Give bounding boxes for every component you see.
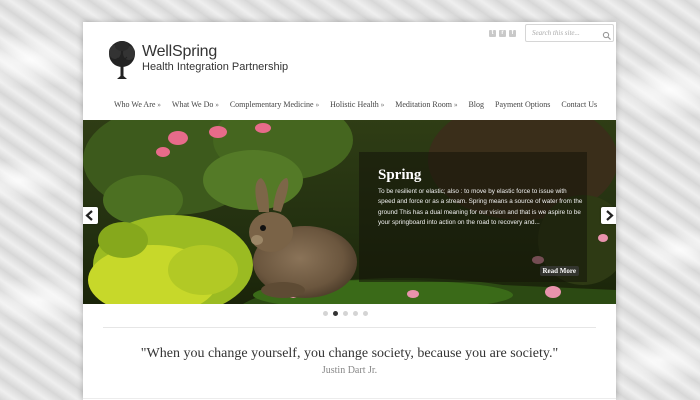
slide-description: To be resilient or elastic; also : to mo… — [378, 188, 583, 227]
nav-item-contact-us[interactable]: Contact Us — [561, 100, 597, 110]
slider-dot[interactable] — [343, 311, 348, 316]
read-more-button[interactable]: Read More — [539, 266, 579, 276]
submenu-arrow-icon: » — [157, 101, 161, 109]
nav-item-who-we-are[interactable]: Who We Are » — [114, 100, 161, 110]
submenu-arrow-icon: » — [453, 101, 458, 109]
search-icon[interactable] — [602, 28, 612, 40]
search-box — [525, 24, 614, 42]
featured-quote: "When you change yourself, you change so… — [140, 346, 559, 361]
tree-logo-icon — [109, 41, 135, 79]
chevron-left-icon — [85, 210, 93, 221]
rss-icon[interactable]: r — [499, 30, 506, 37]
nav-item-what-we-do[interactable]: What We Do » — [172, 100, 219, 110]
site-logo[interactable]: WellSpring Health Integration Partnershi… — [108, 40, 288, 80]
nav-item-blog[interactable]: Blog — [468, 100, 484, 110]
search-input[interactable] — [526, 26, 602, 40]
chevron-right-icon — [606, 210, 614, 221]
divider — [83, 398, 616, 399]
slider-pagination — [323, 311, 368, 316]
main-nav: Who We Are » What We Do » Complementary … — [114, 100, 597, 110]
slider-prev-button[interactable] — [83, 207, 98, 224]
divider — [103, 327, 596, 328]
hero-slider: Spring To be resilient or elastic; also … — [83, 120, 616, 304]
submenu-arrow-icon: » — [315, 101, 320, 109]
brand-name: WellSpring — [142, 43, 218, 60]
nav-item-complementary-medicine[interactable]: Complementary Medicine » — [230, 100, 319, 110]
facebook-icon[interactable]: f — [509, 30, 516, 37]
twitter-icon[interactable]: t — [489, 30, 496, 37]
slider-dot[interactable] — [353, 311, 358, 316]
quote-author: Justin Dart Jr. — [321, 365, 378, 376]
nav-item-holistic-health[interactable]: Holistic Health » — [330, 100, 384, 110]
nav-item-meditation-room[interactable]: Meditation Room » — [395, 100, 457, 110]
logo-text: WellSpring Health Integration Partnershi… — [142, 44, 288, 74]
slider-next-button[interactable] — [601, 207, 616, 224]
submenu-arrow-icon: » — [215, 101, 219, 109]
slider-dot[interactable] — [363, 311, 368, 316]
slide-caption: Spring To be resilient or elastic; also … — [359, 152, 587, 282]
brand-tagline: Health Integration Partnership — [142, 61, 289, 73]
page-container: t r f WellSpring Health Integration Part… — [83, 22, 616, 400]
nav-item-payment-options[interactable]: Payment Options — [495, 100, 550, 110]
social-links: t r f — [489, 30, 516, 37]
submenu-arrow-icon: » — [380, 101, 385, 109]
slide-title: Spring — [378, 167, 422, 183]
slider-dot[interactable] — [323, 311, 328, 316]
slider-dot-active[interactable] — [333, 311, 338, 316]
